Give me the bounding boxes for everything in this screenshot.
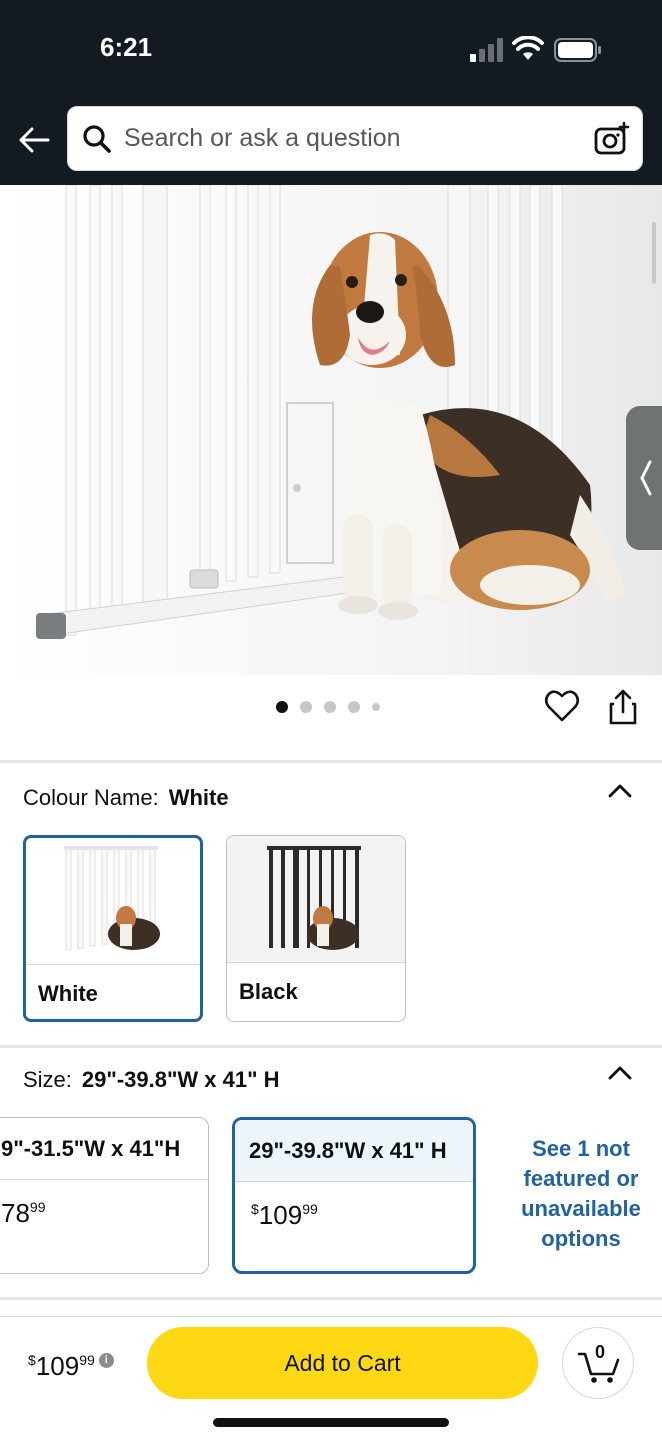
share-icon[interactable] — [605, 688, 641, 726]
cart-icon — [577, 1352, 620, 1383]
bottom-price: $10999 i — [28, 1351, 114, 1382]
camera-search-icon[interactable] — [594, 121, 630, 157]
size-option-price: $10999 — [251, 1200, 318, 1230]
chevron-up-icon[interactable] — [606, 1062, 634, 1082]
size-selected-value: 29"-39.8"W x 41" H — [81, 1067, 280, 1092]
chevron-left-icon — [640, 460, 652, 496]
battery-icon — [554, 38, 601, 62]
product-photo — [0, 185, 662, 675]
size-option-title: 9"-31.5"W x 41"H — [0, 1118, 208, 1180]
back-button[interactable] — [14, 120, 54, 160]
cart-button[interactable]: 0 — [562, 1327, 634, 1399]
scroll-indicator — [652, 222, 656, 284]
add-to-cart-button[interactable]: Add to Cart — [147, 1327, 538, 1399]
status-time: 6:21 — [100, 32, 153, 62]
search-input[interactable] — [124, 107, 574, 170]
wishlist-heart-icon[interactable] — [544, 688, 580, 724]
colour-option-label: White — [38, 981, 98, 1006]
app-header — [0, 100, 662, 185]
colour-selected-value: White — [168, 785, 229, 810]
colour-label: Colour Name: — [23, 785, 159, 810]
size-label: Size: — [23, 1067, 72, 1092]
carousel-dot[interactable] — [324, 701, 336, 713]
chevron-up-icon[interactable] — [606, 780, 634, 800]
bottom-action-bar: $10999 i Add to Cart 0 — [0, 1316, 662, 1440]
product-image[interactable] — [0, 185, 662, 675]
home-indicator — [213, 1418, 449, 1427]
wifi-icon — [512, 36, 544, 60]
cellular-signal-icon — [470, 38, 503, 62]
size-option-title: 29"-39.8"W x 41" H — [235, 1120, 473, 1182]
section-divider — [0, 1297, 662, 1300]
info-icon[interactable]: i — [98, 1353, 114, 1368]
size-option-selected[interactable]: 29"-39.8"W x 41" H $10999 — [232, 1117, 476, 1274]
carousel-dot[interactable] — [276, 701, 288, 713]
size-option-price: 7899 — [1, 1198, 46, 1228]
carousel-dot[interactable] — [300, 701, 312, 713]
carousel-dot[interactable] — [372, 703, 380, 711]
carousel-dot[interactable] — [348, 701, 360, 713]
search-bar[interactable] — [67, 106, 643, 171]
colour-option-white[interactable]: White — [23, 835, 203, 1022]
size-section-label: Size: 29"-39.8"W x 41" H — [23, 1067, 280, 1093]
side-panel-tab[interactable] — [626, 406, 662, 550]
colour-section-label: Colour Name: White — [23, 785, 229, 811]
size-option-small[interactable]: 9"-31.5"W x 41"H 7899 — [0, 1117, 209, 1274]
see-unavailable-options-link[interactable]: See 1 not featured or unavailable option… — [506, 1134, 656, 1254]
section-divider — [0, 760, 662, 763]
swatch-thumbnail — [227, 836, 405, 963]
colour-option-black[interactable]: Black — [226, 835, 406, 1022]
image-carousel-dots[interactable] — [276, 700, 380, 714]
swatch-thumbnail — [26, 838, 200, 965]
colour-option-label: Black — [239, 979, 298, 1004]
back-arrow-icon — [19, 127, 50, 153]
search-icon — [83, 125, 111, 153]
status-bar: 6:21 — [0, 0, 662, 100]
cart-count: 0 — [595, 1342, 606, 1362]
section-divider — [0, 1045, 662, 1048]
